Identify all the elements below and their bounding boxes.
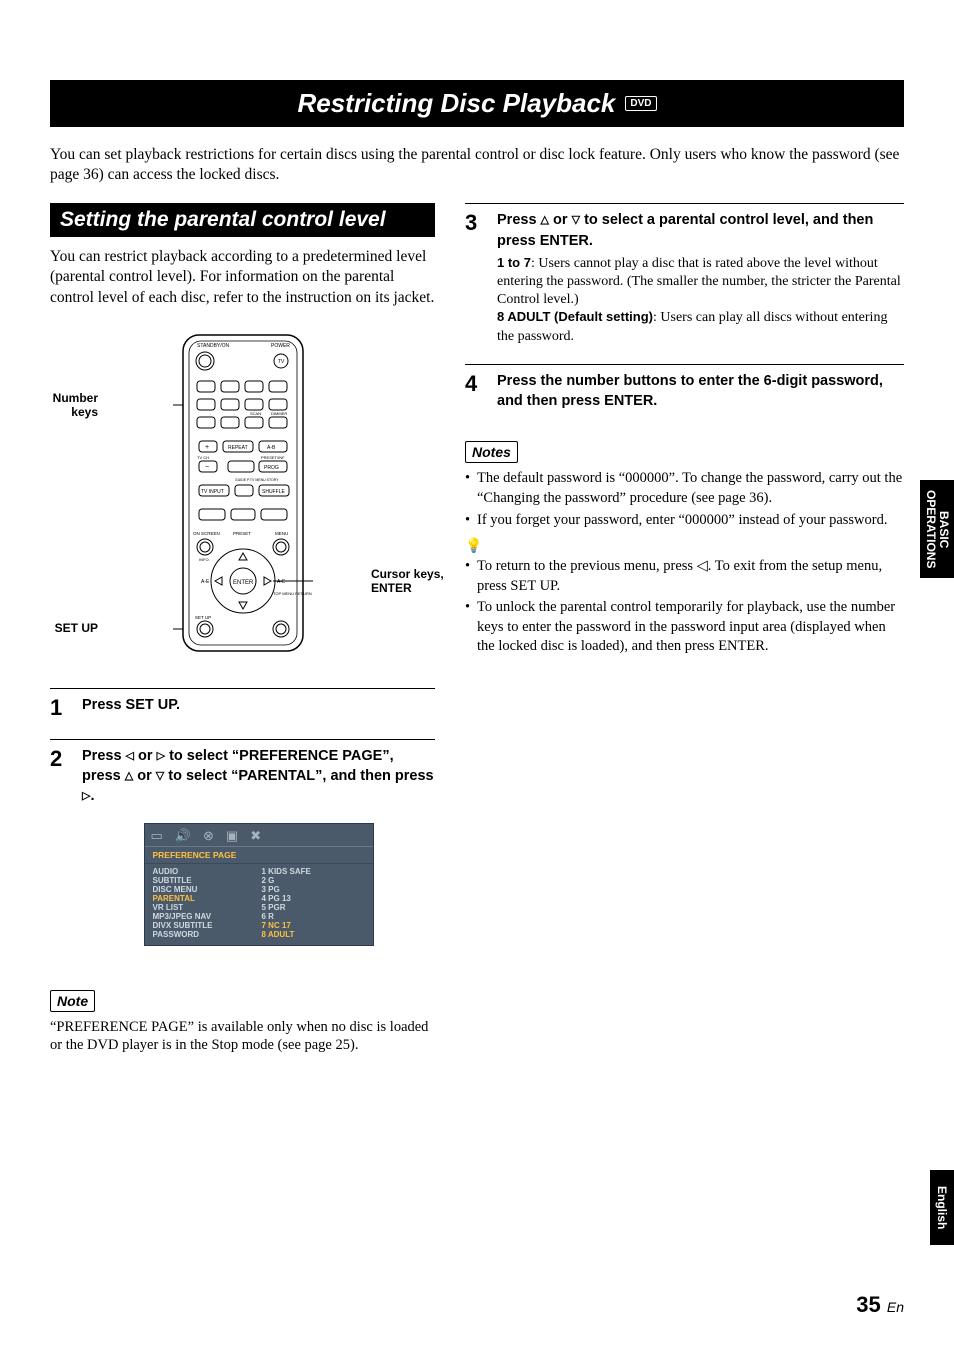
down-triangle-icon: ▽ [572,214,580,226]
svg-text:PROG: PROG [264,465,279,471]
svg-text:DIMMER: DIMMER [271,411,287,416]
hint-icon: 💡 [465,538,904,555]
svg-text:A-E: A-E [277,579,286,585]
svg-text:POWER: POWER [271,343,290,349]
side-tab-basic-operations: BASICOPERATIONS [920,480,954,578]
svg-text:+: + [205,444,209,451]
step-3: 3 Press △ or ▽ to select a parental cont… [465,203,904,346]
left-triangle-icon: ◁ [126,750,134,762]
svg-text:PRESET: PRESET [233,531,251,536]
svg-text:REPEAT: REPEAT [228,445,248,451]
step-number: 4 [465,371,485,416]
svg-text:TV CH: TV CH [197,455,209,460]
svg-text:A-E: A-E [201,579,210,585]
tab-icon: ▣ [226,828,238,844]
intro-text: You can set playback restrictions for ce… [50,145,904,185]
svg-text:TOP MENU RETURN: TOP MENU RETURN [273,591,312,596]
svg-text:INFO.: INFO. [199,557,210,562]
step-head: Press △ or ▽ to select a parental contro… [497,210,904,251]
list-item: To unlock the parental control temporari… [465,598,904,657]
osd-preference-page: ▭ 🔊 ⊗ ▣ ✖ PREFERENCE PAGE AUDIO1 KIDS SA… [144,823,374,946]
page-number: 35 En [856,1292,904,1318]
step-number: 2 [50,746,70,964]
up-triangle-icon: △ [541,214,549,226]
svg-text:SET UP: SET UP [195,615,211,620]
svg-text:A-B: A-B [267,445,276,451]
tab-icon: ✖ [250,828,261,844]
label-setup: SET UP [38,621,98,635]
svg-text:TV: TV [278,359,285,365]
osd-title: PREFERENCE PAGE [145,847,373,864]
step-number: 3 [465,210,485,346]
side-tab-english: English [930,1170,954,1245]
notes-label: Notes [465,441,518,463]
svg-text:STANDBY/ON: STANDBY/ON [197,343,230,349]
note-text: “PREFERENCE PAGE” is available only when… [50,1018,435,1056]
step-4: 4 Press the number buttons to enter the … [465,364,904,416]
step-head: Press SET UP. [82,695,435,715]
page-title-bar: Restricting Disc Playback DVD [50,80,904,127]
svg-text:MENU: MENU [275,531,288,536]
osd-grid: AUDIO1 KIDS SAFE SUBTITLE2 G DISC MENU3 … [145,864,373,945]
step-detail: 1 to 7: Users cannot play a disc that is… [497,255,904,346]
section-intro: You can restrict playback according to a… [50,247,435,307]
dvd-badge: DVD [625,96,656,111]
down-triangle-icon: ▽ [156,770,164,782]
list-item: The default password is “000000”. To cha… [465,469,904,508]
remote-illustration: STANDBY/ON POWER TV SCAN DIMMER [50,333,435,653]
hints-list: To return to the previous menu, press ◁.… [465,557,904,657]
section-header: Setting the parental control level [50,203,435,237]
svg-text:ENTER: ENTER [233,580,254,586]
up-triangle-icon: △ [125,770,133,782]
step-head: Press the number buttons to enter the 6-… [497,371,904,412]
osd-tabs: ▭ 🔊 ⊗ ▣ ✖ [145,824,373,847]
step-1: 1 Press SET UP. [50,688,435,721]
list-item: To return to the previous menu, press ◁.… [465,557,904,596]
page-title: Restricting Disc Playback [297,88,615,119]
svg-text:SCAN: SCAN [250,411,261,416]
list-item: If you forget your password, enter “0000… [465,511,904,531]
tab-icon: ⊗ [203,828,214,844]
remote-svg: STANDBY/ON POWER TV SCAN DIMMER [173,333,313,653]
step-head: Press ◁ or ▷ to select “PREFERENCE PAGE”… [82,746,435,807]
svg-text:GUIDE P.TV MENU STORY: GUIDE P.TV MENU STORY [235,478,279,482]
svg-text:PRESET/INF: PRESET/INF [261,455,285,460]
notes-list: The default password is “000000”. To cha… [465,469,904,530]
step-number: 1 [50,695,70,721]
label-cursor: Cursor keys, ENTER [371,567,451,596]
note-label: Note [50,990,95,1012]
right-triangle-icon: ▷ [157,750,165,762]
svg-text:TV INPUT: TV INPUT [201,489,224,495]
svg-text:ON SCREEN: ON SCREEN [193,531,220,536]
tab-icon: ▭ [151,828,163,844]
label-number-keys: Number keys [38,391,98,420]
tab-icon: 🔊 [175,828,191,844]
svg-text:SHUFFLE: SHUFFLE [262,489,285,495]
svg-text:−: − [205,464,209,471]
step-2: 2 Press ◁ or ▷ to select “PREFERENCE PAG… [50,739,435,964]
